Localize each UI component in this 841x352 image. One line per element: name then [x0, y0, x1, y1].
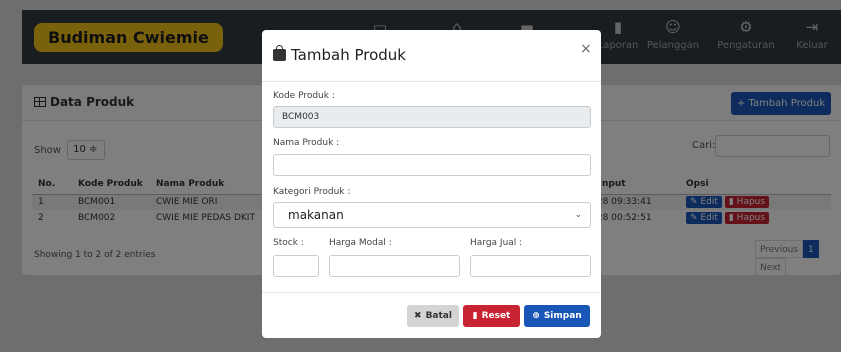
trash-icon: ▮ [472, 311, 478, 321]
modal-footer: ✖ Batal ▮ Reset ⊕ Simpan [262, 292, 601, 338]
batal-button[interactable]: ✖ Batal [407, 305, 459, 327]
tambah-produk-modal: Tambah Produk × Kode Produk : BCM003 Nam… [262, 30, 601, 338]
close-icon[interactable]: × [580, 41, 592, 57]
reset-button[interactable]: ▮ Reset [463, 305, 520, 327]
harga-modal-field[interactable] [329, 255, 460, 277]
simpan-label: Simpan [543, 311, 582, 321]
nama-produk-field[interactable] [273, 154, 591, 176]
shopping-bag-icon [273, 45, 286, 61]
close-icon: ✖ [414, 311, 422, 321]
modal-title: Tambah Produk [273, 45, 406, 64]
kategori-produk-label: Kategori Produk : [273, 187, 351, 197]
chevron-down-icon: ⌄ [574, 210, 582, 220]
kategori-produk-select[interactable]: makanan ⌄ [273, 202, 591, 228]
harga-jual-field[interactable] [470, 255, 591, 277]
harga-modal-label: Harga Modal : [329, 238, 392, 248]
page: Budiman Cwiemie ▭ ⌂ ▬ ▮ Laporan ☺ Pelang… [0, 0, 841, 352]
kategori-selected-value: makanan [288, 208, 344, 222]
kode-produk-field[interactable]: BCM003 [273, 106, 591, 128]
kode-produk-label: Kode Produk : [273, 91, 335, 101]
stock-label: Stock : [273, 238, 304, 248]
harga-jual-label: Harga Jual : [470, 238, 523, 248]
reset-label: Reset [481, 311, 511, 321]
nama-produk-label: Nama Produk : [273, 138, 340, 148]
simpan-button[interactable]: ⊕ Simpan [524, 305, 590, 327]
modal-title-text: Tambah Produk [291, 46, 406, 64]
modal-header: Tambah Produk × [262, 30, 601, 82]
plus-circle-icon: ⊕ [532, 311, 540, 321]
stock-field[interactable] [273, 255, 319, 277]
batal-label: Batal [425, 311, 452, 321]
